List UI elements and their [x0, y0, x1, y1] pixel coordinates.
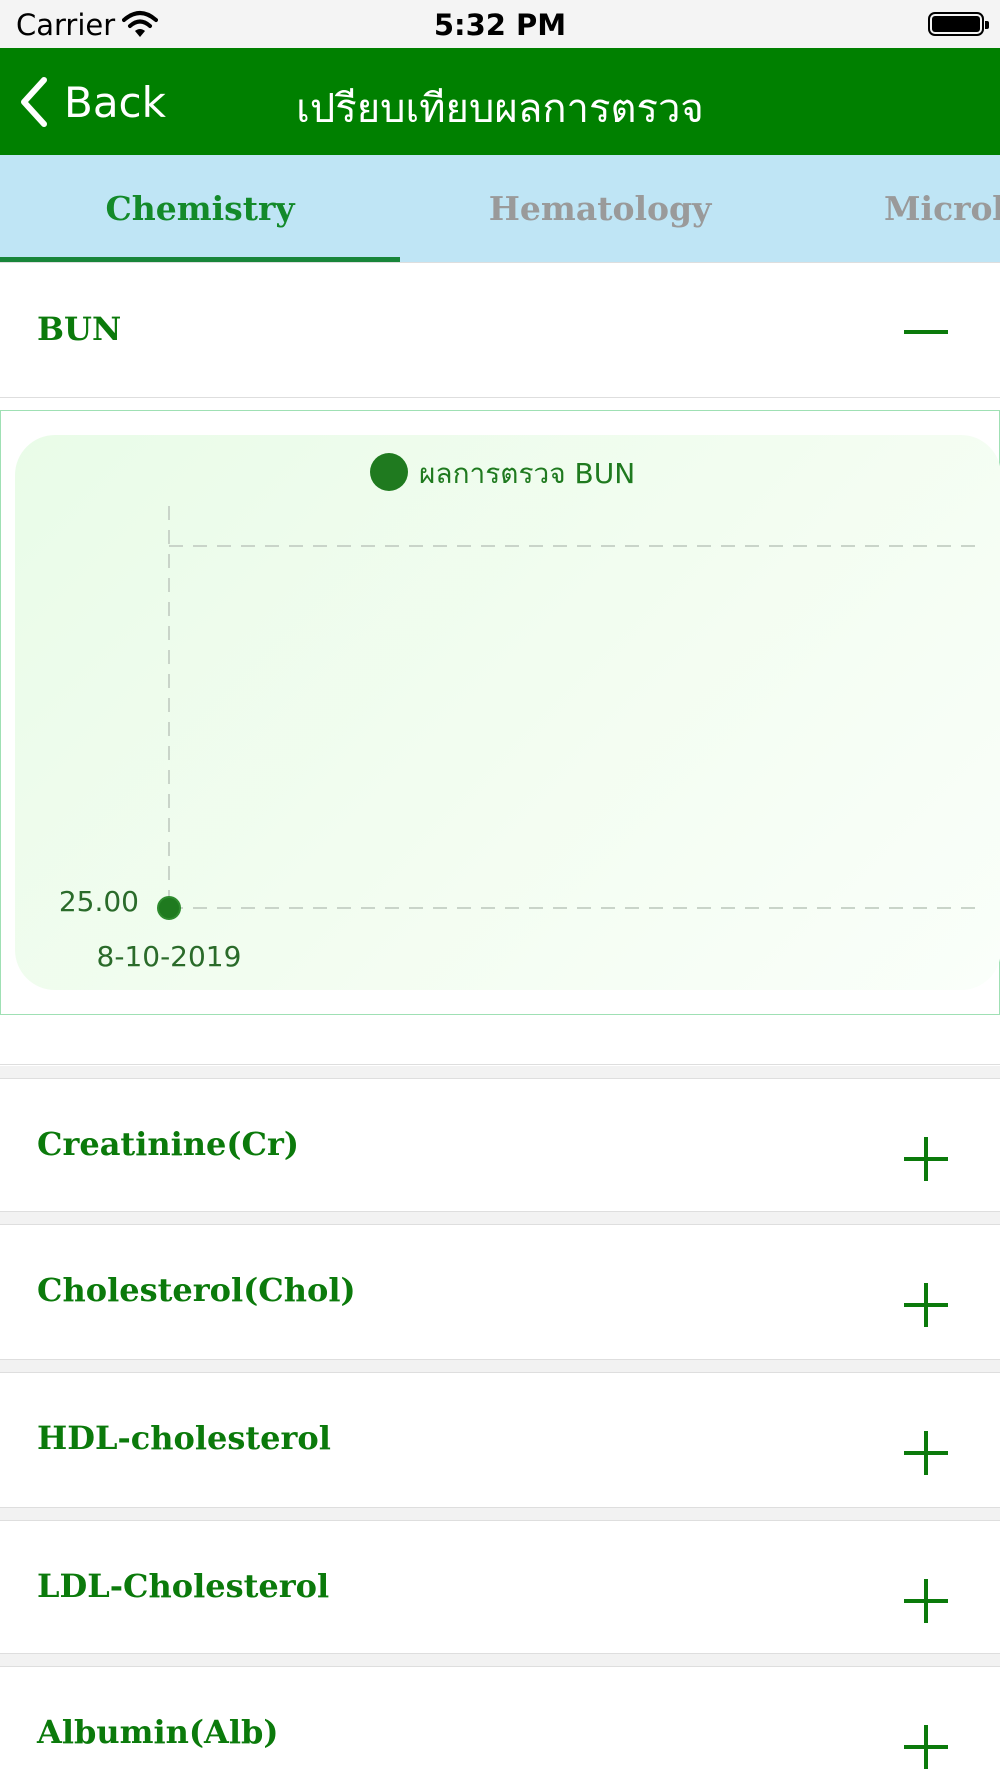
tab-bar: Chemistry Hematology Microb	[0, 155, 1000, 262]
minus-icon[interactable]	[904, 310, 948, 354]
section-title-hdl: HDL-cholesterol	[37, 1419, 331, 1457]
section-header-ldl-cholesterol[interactable]: LDL-Cholesterol	[0, 1520, 1000, 1654]
clock: 5:32 PM	[433, 8, 567, 42]
section-gap	[0, 1066, 1000, 1078]
section-title-bun: BUN	[37, 310, 122, 348]
section-title-creatinine: Creatinine(Cr)	[37, 1125, 300, 1163]
plus-icon[interactable]	[904, 1431, 948, 1475]
section-title-albumin: Albumin(Alb)	[37, 1713, 279, 1751]
tab-chemistry[interactable]: Chemistry	[0, 155, 400, 262]
section-gap	[0, 1212, 1000, 1224]
data-point	[157, 896, 181, 920]
tab-hematology[interactable]: Hematology	[400, 155, 800, 262]
section-header-creatinine[interactable]: Creatinine(Cr)	[0, 1078, 1000, 1212]
section-title-ldl: LDL-Cholesterol	[37, 1567, 330, 1605]
status-bar: Carrier 5:32 PM	[0, 0, 1000, 48]
tab-microbiology[interactable]: Microb	[800, 155, 1000, 262]
plus-icon[interactable]	[904, 1725, 948, 1769]
legend-label: ผลการตรวจ BUN	[419, 457, 635, 490]
legend-marker	[370, 453, 408, 491]
y-tick-label: 25.00	[59, 885, 139, 918]
plus-icon[interactable]	[904, 1579, 948, 1623]
nav-bar: Back เปรียบเทียบผลการตรวจ	[0, 48, 1000, 155]
section-gap	[0, 1654, 1000, 1666]
battery-icon	[928, 12, 989, 36]
page-title: เปรียบเทียบผลการตรวจ	[296, 86, 704, 132]
section-header-hdl-cholesterol[interactable]: HDL-cholesterol	[0, 1372, 1000, 1508]
section-header-bun[interactable]: BUN	[0, 262, 1000, 398]
plus-icon[interactable]	[904, 1283, 948, 1327]
bun-chart-container: ผลการตรวจ BUN 8-10-2019 25.00	[0, 410, 1000, 1015]
x-tick-label: 8-10-2019	[97, 940, 242, 973]
section-header-cholesterol[interactable]: Cholesterol(Chol)	[0, 1224, 1000, 1360]
bun-chart: ผลการตรวจ BUN 8-10-2019 25.00	[59, 453, 981, 973]
section-header-albumin[interactable]: Albumin(Alb)	[0, 1666, 1000, 1778]
section-gap	[0, 1508, 1000, 1520]
section-title-cholesterol: Cholesterol(Chol)	[37, 1271, 356, 1309]
chart-footer-space	[0, 1015, 1000, 1065]
section-gap	[0, 1360, 1000, 1372]
plus-icon[interactable]	[904, 1137, 948, 1181]
